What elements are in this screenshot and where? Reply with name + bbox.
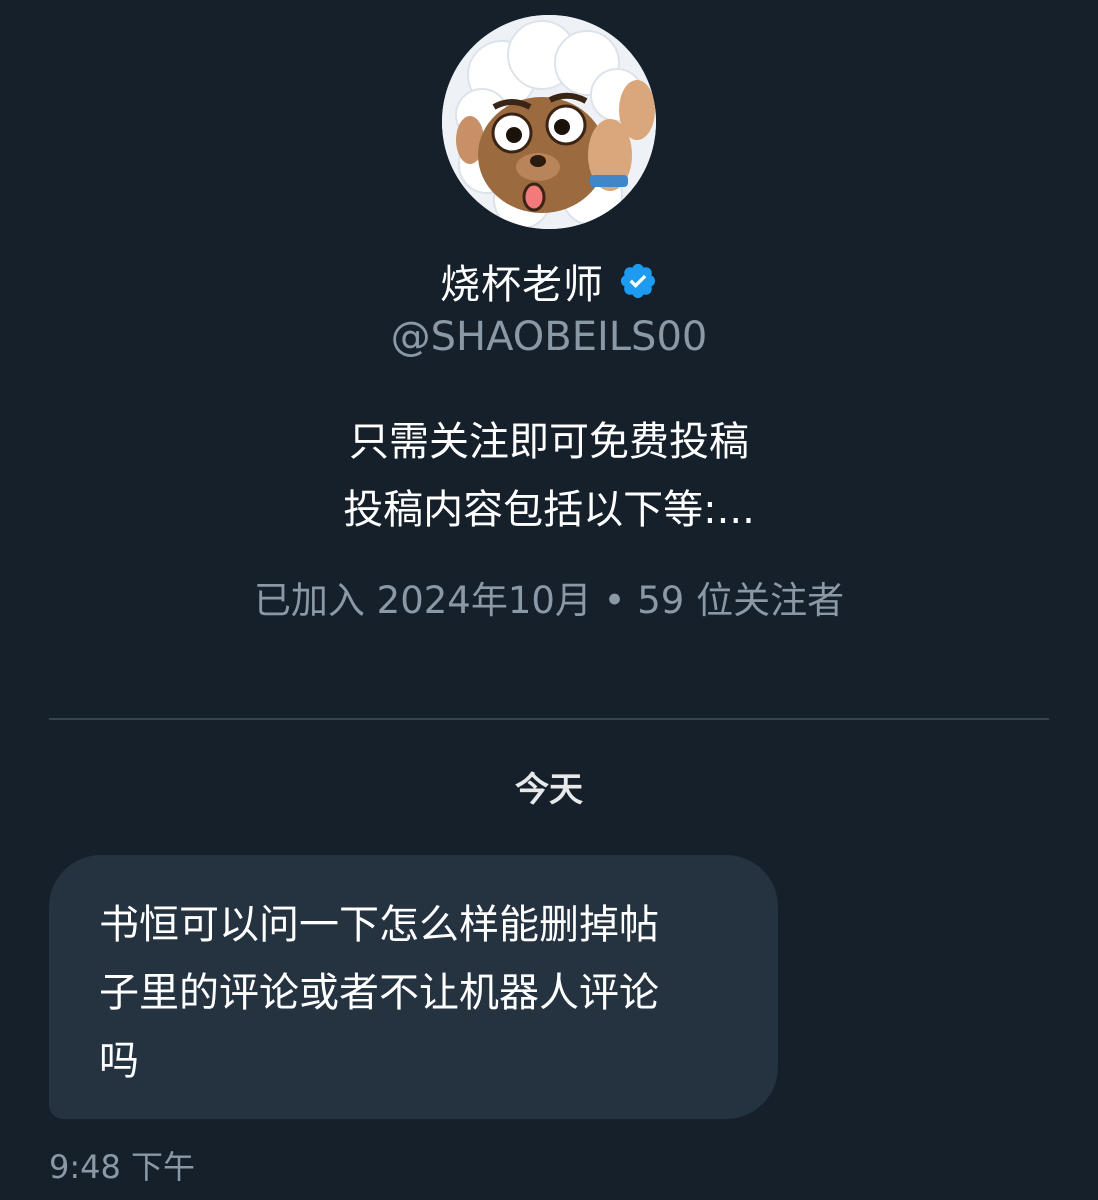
divider (49, 718, 1049, 720)
message-line: 书恒可以问一下怎么样能删掉帖 (99, 902, 659, 948)
message-line: 子里的评论或者不让机器人评论 (99, 970, 659, 1016)
joined-date: 已加入 2024年10月 (253, 579, 592, 622)
profile-bio: 只需关注即可免费投稿 投稿内容包括以下等:... (0, 408, 1098, 544)
profile-name-row: 烧杯老师 (0, 252, 1098, 310)
bio-line: 投稿内容包括以下等:... (343, 487, 755, 533)
verified-badge-icon (618, 261, 658, 301)
profile-meta: 已加入 2024年10月 • 59 位关注者 (0, 570, 1098, 624)
date-separator: 今天 (515, 770, 583, 810)
message-timestamp: 9:48 下午 (49, 1148, 196, 1186)
followers-count[interactable]: 59 位关注者 (637, 579, 844, 622)
message-line: 吗 (99, 1038, 139, 1084)
cartoon-sheep-avatar-icon (442, 15, 656, 229)
message-bubble[interactable]: 书恒可以问一下怎么样能删掉帖 子里的评论或者不让机器人评论 吗 (49, 855, 778, 1119)
profile-name[interactable]: 烧杯老师 (440, 252, 604, 310)
meta-separator: • (603, 579, 626, 622)
message-text: 书恒可以问一下怎么样能删掉帖 子里的评论或者不让机器人评论 吗 (99, 891, 738, 1095)
bio-line: 只需关注即可免费投稿 (349, 419, 749, 465)
profile-avatar[interactable] (442, 15, 656, 229)
profile-handle: @SHAOBEILS00 (390, 314, 708, 360)
